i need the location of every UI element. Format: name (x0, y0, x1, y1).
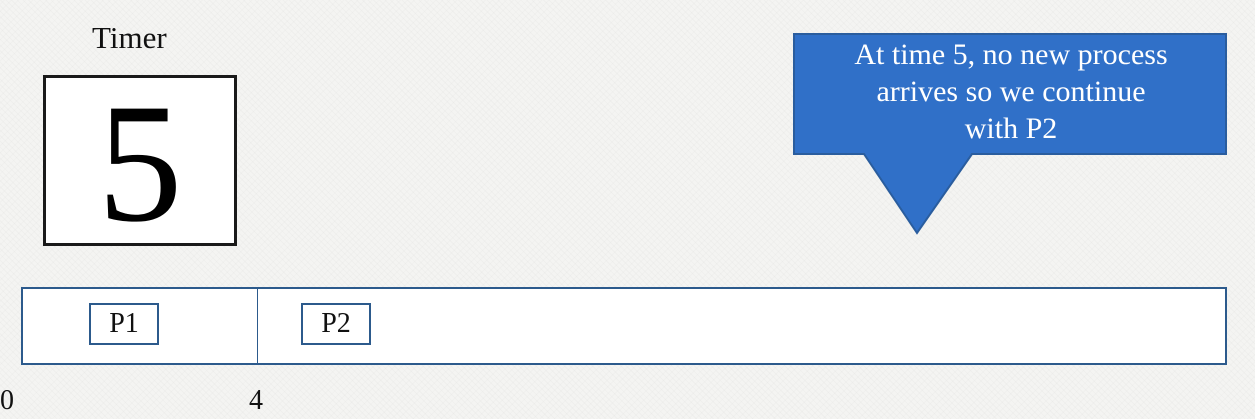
callout-line-1: At time 5, no new process (854, 38, 1168, 71)
process-box-p1: P1 (89, 303, 159, 345)
timer-value: 5 (97, 68, 183, 257)
gantt-chart: P1 P2 (21, 287, 1227, 365)
callout: At time 5, no new process arrives so we … (792, 32, 1228, 235)
callout-line-2: arrives so we continue (876, 75, 1146, 108)
time-tick-0: 0 (0, 385, 14, 416)
callout-line-3: with P2 (964, 112, 1058, 145)
process-box-p2: P2 (301, 303, 371, 345)
gantt-divider (257, 289, 258, 363)
callout-text: At time 5, no new process arrives so we … (796, 36, 1226, 147)
timer-box: 5 (43, 68, 237, 257)
timer-label: Timer (92, 20, 167, 55)
time-tick-4: 4 (249, 385, 263, 416)
